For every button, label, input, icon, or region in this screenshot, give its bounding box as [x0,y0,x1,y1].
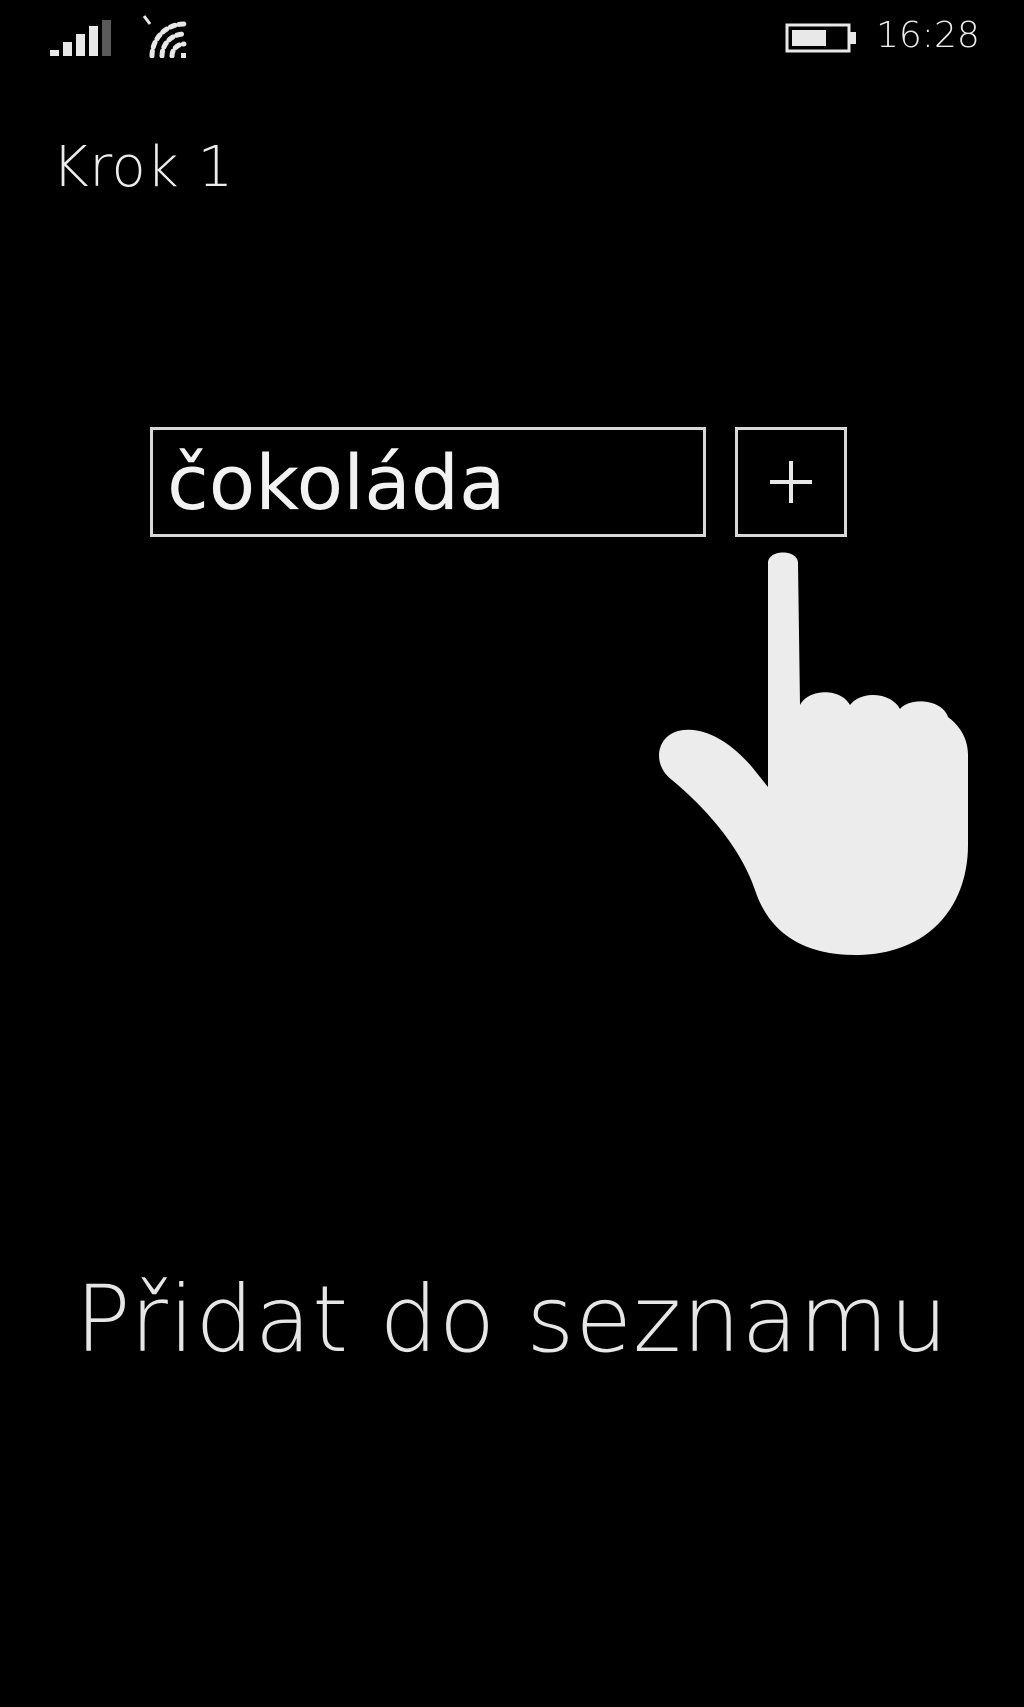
signal-icon [50,20,111,56]
hand-pointer-icon [659,552,968,955]
status-bar: 16:28 [0,0,1024,80]
wifi-icon [142,15,187,58]
add-button[interactable] [735,427,847,537]
battery-icon [785,23,856,53]
instruction-caption: Přidat do seznamu [75,1266,949,1373]
item-input[interactable] [150,427,706,537]
status-clock: 16:28 [876,15,980,56]
plus-icon [770,461,812,503]
page-title: Krok 1 [52,135,234,200]
